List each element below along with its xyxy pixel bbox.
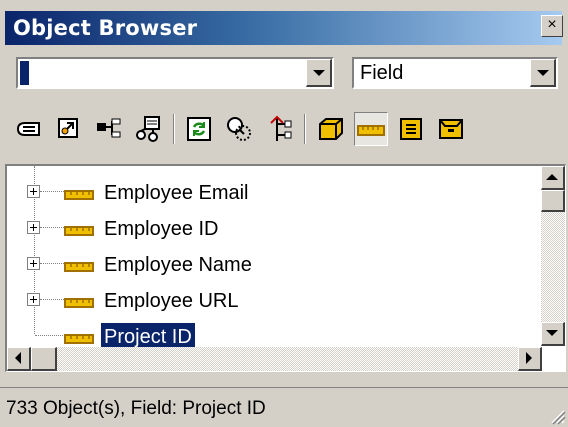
toolbar-separator [173, 114, 175, 144]
tree-item-label: Employee ID [104, 218, 219, 240]
chevron-right-icon [526, 352, 532, 364]
chevron-left-icon [15, 352, 21, 364]
tree-item-label: Employee URL [104, 290, 239, 312]
tree-arrows-icon[interactable] [262, 112, 296, 146]
chevron-down-icon [546, 330, 558, 336]
horizontal-scrollbar[interactable] [7, 347, 542, 371]
field-icon [63, 219, 95, 242]
close-button[interactable]: × [541, 15, 563, 37]
tree-item[interactable]: Employee ID [7, 210, 527, 246]
tree-item[interactable]: Employee Name [7, 246, 527, 282]
expand-icon[interactable] [27, 185, 40, 198]
close-icon: × [547, 16, 557, 33]
scroll-left-button[interactable] [7, 347, 31, 371]
field-icon [63, 183, 95, 206]
window-title: Object Browser [13, 16, 198, 40]
toolbar [12, 108, 562, 150]
expand-icon[interactable] [27, 221, 40, 234]
type-value: Field [360, 62, 404, 84]
gear-icon[interactable] [52, 112, 86, 146]
field-icon[interactable] [354, 112, 388, 146]
tree-connector [35, 335, 65, 336]
resize-grip-icon[interactable] [546, 405, 566, 425]
scope-dropdown[interactable] [16, 57, 334, 89]
field-icon [63, 255, 95, 278]
title-bar[interactable]: Object Browser × [5, 11, 563, 45]
tree-item-label: Employee Email [104, 182, 249, 204]
vertical-scroll-track[interactable] [541, 212, 565, 322]
chevron-up-icon [546, 174, 558, 180]
network-icon[interactable] [132, 112, 166, 146]
scroll-right-button[interactable] [518, 347, 542, 371]
status-bar: 733 Object(s), Field: Project ID [0, 387, 568, 427]
tree-item[interactable]: Employee Email [7, 174, 527, 210]
cabinet-icon[interactable] [434, 112, 468, 146]
scope-selection-marker [20, 61, 29, 85]
vertical-scrollbar[interactable] [541, 166, 565, 346]
search-icon[interactable] [222, 112, 256, 146]
scroll-up-button[interactable] [541, 166, 565, 190]
horizontal-scroll-track[interactable] [57, 347, 518, 371]
expand-icon[interactable] [27, 257, 40, 270]
hierarchy-icon[interactable] [92, 112, 126, 146]
tree-connector [40, 299, 64, 300]
chevron-down-icon[interactable] [530, 59, 556, 87]
scroll-down-button[interactable] [541, 322, 565, 346]
tree-connector [40, 263, 64, 264]
tree-item[interactable]: Employee URL [7, 282, 527, 318]
tree-connector [40, 191, 64, 192]
form-icon[interactable] [394, 112, 428, 146]
chevron-down-icon[interactable] [306, 59, 332, 87]
field-icon [63, 291, 95, 314]
expand-icon[interactable] [27, 293, 40, 306]
tree-item-label: Employee Name [104, 254, 252, 276]
toolbar-separator [304, 114, 306, 144]
type-dropdown[interactable]: Field [352, 57, 558, 89]
status-text: 733 Object(s), Field: Project ID [6, 398, 266, 419]
box-icon[interactable] [314, 112, 348, 146]
vertical-scroll-thumb[interactable] [541, 190, 565, 212]
object-tree[interactable]: Employee Email Employee ID Employee Name… [5, 164, 566, 372]
tree-connector [40, 227, 64, 228]
horizontal-scroll-thumb[interactable] [31, 347, 57, 371]
refresh-icon[interactable] [182, 112, 216, 146]
project-icon[interactable] [12, 112, 46, 146]
